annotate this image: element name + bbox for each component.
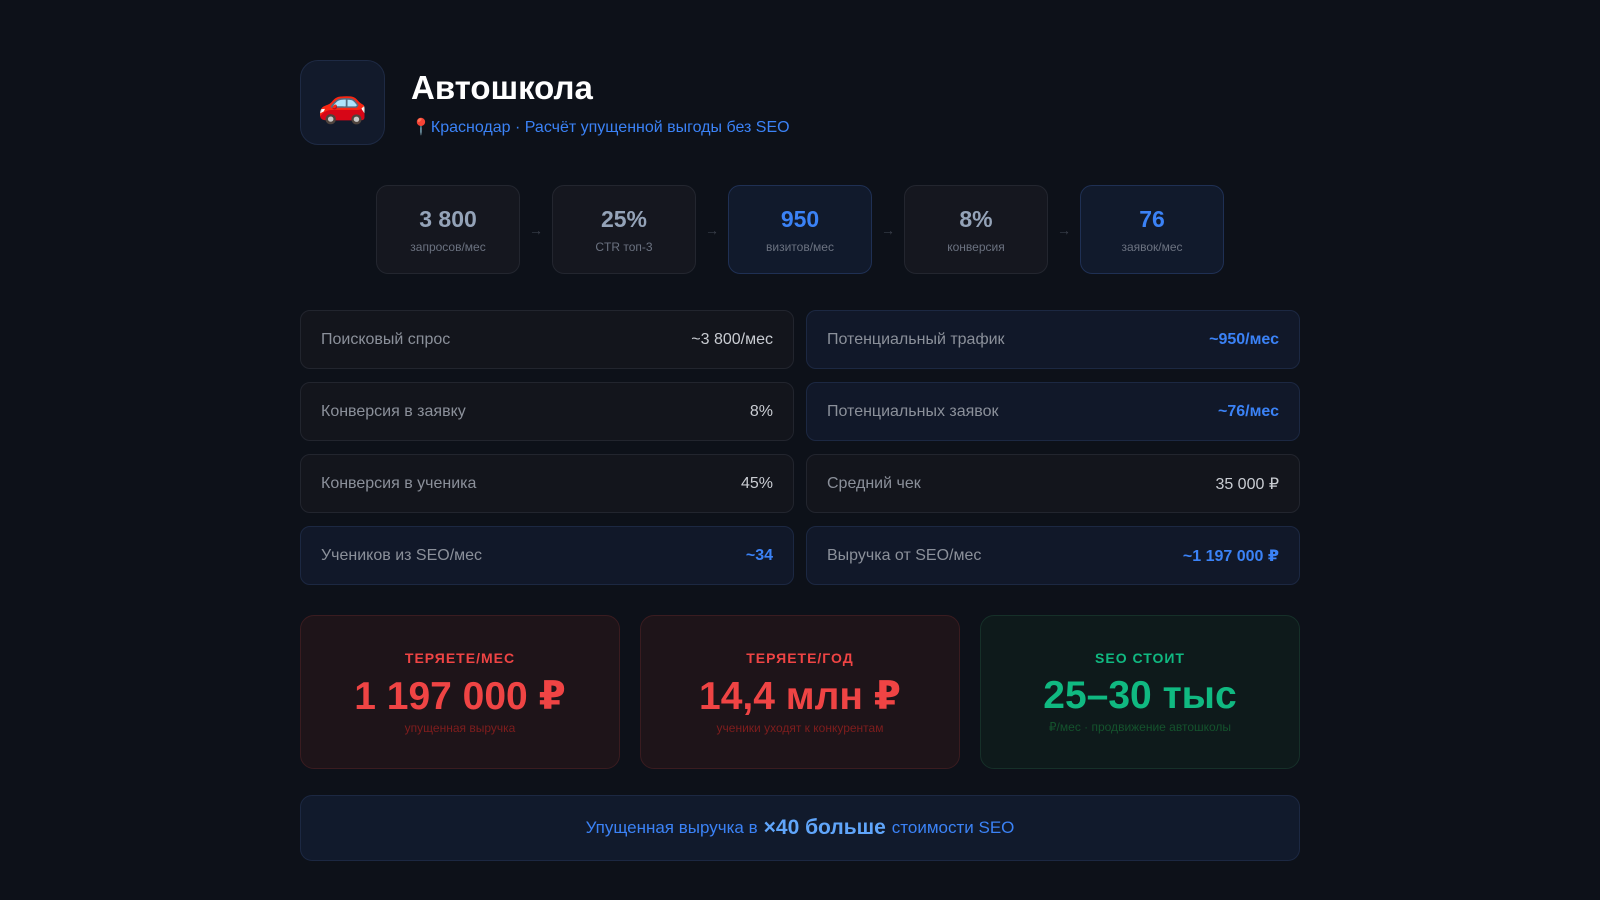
metric-value: ~34 [745, 546, 773, 564]
summary-banner: Упущенная выручка в ×40 больше стоимости S… [300, 795, 1300, 861]
arrow-right-icon: → [529, 221, 543, 238]
banner-text: стоимости SEO [891, 818, 1015, 837]
funnel-value: 25% [600, 205, 648, 232]
card-title: ТЕРЯЕТЕ/ГОД [746, 649, 854, 666]
funnel-step: 3 800 запросов/мес [376, 185, 520, 274]
page-title: Автошкола [411, 68, 593, 106]
metric-row: Конверсия в ученика 45% [300, 454, 794, 513]
metric-row: Средний чек 35 000 ₽ [806, 454, 1300, 513]
subtitle: 📍Краснодар · Расчёт упущенной выгоды без… [411, 117, 790, 137]
arrow-right-icon: → [881, 221, 895, 238]
metric-value: ~76/мес [1217, 402, 1279, 420]
card-value: 14,4 млн ₽ [699, 674, 901, 718]
metric-row: Учеников из SEO/мес ~34 [300, 526, 794, 585]
metric-label: Потенциальных заявок [827, 402, 999, 420]
funnel-step: 950 визитов/мес [728, 185, 872, 274]
metric-row: Выручка от SEO/мес ~1 197 000 ₽ [806, 526, 1300, 585]
subtitle-text: Краснодар · Расчёт упущенной выгоды без … [430, 118, 790, 136]
funnel-value: 950 [780, 205, 820, 232]
metric-label: Поисковый спрос [321, 330, 451, 348]
funnel-label: CTR топ-3 [595, 239, 653, 254]
banner-highlight: ×40 больше [763, 816, 886, 839]
metric-value: 35 000 ₽ [1215, 475, 1279, 493]
metric-value: ~1 197 000 ₽ [1182, 547, 1279, 565]
metric-label: Средний чек [827, 474, 921, 492]
card-subtitle: ученики уходят к конкурентам [716, 720, 884, 735]
metric-row: Потенциальных заявок ~76/мес [806, 382, 1300, 441]
funnel-step: 8% конверсия [904, 185, 1048, 274]
metric-value: 45% [740, 474, 773, 492]
funnel-label: конверсия [947, 239, 1005, 254]
pin-icon: 📍 [411, 118, 431, 136]
card-title: ТЕРЯЕТЕ/МЕС [404, 649, 516, 666]
summary-cards: ТЕРЯЕТЕ/МЕС 1 197 000 ₽ упущенная выручка … [300, 615, 1300, 769]
card-value: 25–30 тыс [1043, 674, 1237, 717]
loss-month-card: ТЕРЯЕТЕ/МЕС 1 197 000 ₽ упущенная выручка [300, 615, 620, 769]
funnel-value: 8% [959, 205, 993, 232]
metric-label: Выручка от SEO/мес [827, 546, 982, 564]
funnel-label: визитов/мес [766, 239, 834, 254]
metric-label: Учеников из SEO/мес [321, 546, 483, 564]
funnel-label: заявок/мес [1121, 239, 1183, 254]
funnel: 3 800 запросов/мес → 25% CTR топ-3 → 950 ви… [300, 185, 1300, 274]
card-subtitle: упущенная выручка [404, 720, 516, 735]
funnel-value: 76 [1139, 205, 1165, 232]
loss-year-card: ТЕРЯЕТЕ/ГОД 14,4 млн ₽ ученики уходят к ко… [640, 615, 960, 769]
header: 🚗 Автошкола 📍Краснодар · Расчёт упущенно… [300, 60, 1300, 145]
metric-row: Потенциальный трафик ~950/мес [806, 310, 1300, 369]
metric-value: 8% [749, 402, 773, 420]
metric-value: ~950/мес [1209, 330, 1279, 348]
funnel-step: 25% CTR топ-3 [552, 185, 696, 274]
metric-label: Конверсия в ученика [321, 474, 477, 492]
card-subtitle: ₽/мес · продвижение автошколы [1048, 720, 1232, 734]
banner-text: Упущенная выручка в [585, 818, 758, 837]
funnel-label: запросов/мес [410, 239, 486, 254]
funnel-step: 76 заявок/мес [1080, 185, 1224, 274]
arrow-right-icon: → [1057, 221, 1071, 238]
car-icon: 🚗 [300, 60, 385, 145]
arrow-right-icon: → [705, 221, 719, 238]
metric-label: Конверсия в заявку [321, 402, 466, 420]
metric-row: Конверсия в заявку 8% [300, 382, 794, 441]
metric-label: Потенциальный трафик [827, 330, 1005, 348]
card-value: 1 197 000 ₽ [354, 674, 566, 718]
page: 🚗 Автошкола 📍Краснодар · Расчёт упущенно… [300, 60, 1300, 861]
metric-row: Поисковый спрос ~3 800/мес [300, 310, 794, 369]
metrics-grid: Поисковый спрос ~3 800/мес Потенциальный … [300, 310, 1300, 585]
seo-cost-card: SEO СТОИТ 25–30 тыс ₽/мес · продвижение ав… [980, 615, 1300, 769]
funnel-value: 3 800 [419, 205, 477, 232]
metric-value: ~3 800/мес [691, 330, 773, 348]
card-title: SEO СТОИТ [1095, 650, 1185, 666]
